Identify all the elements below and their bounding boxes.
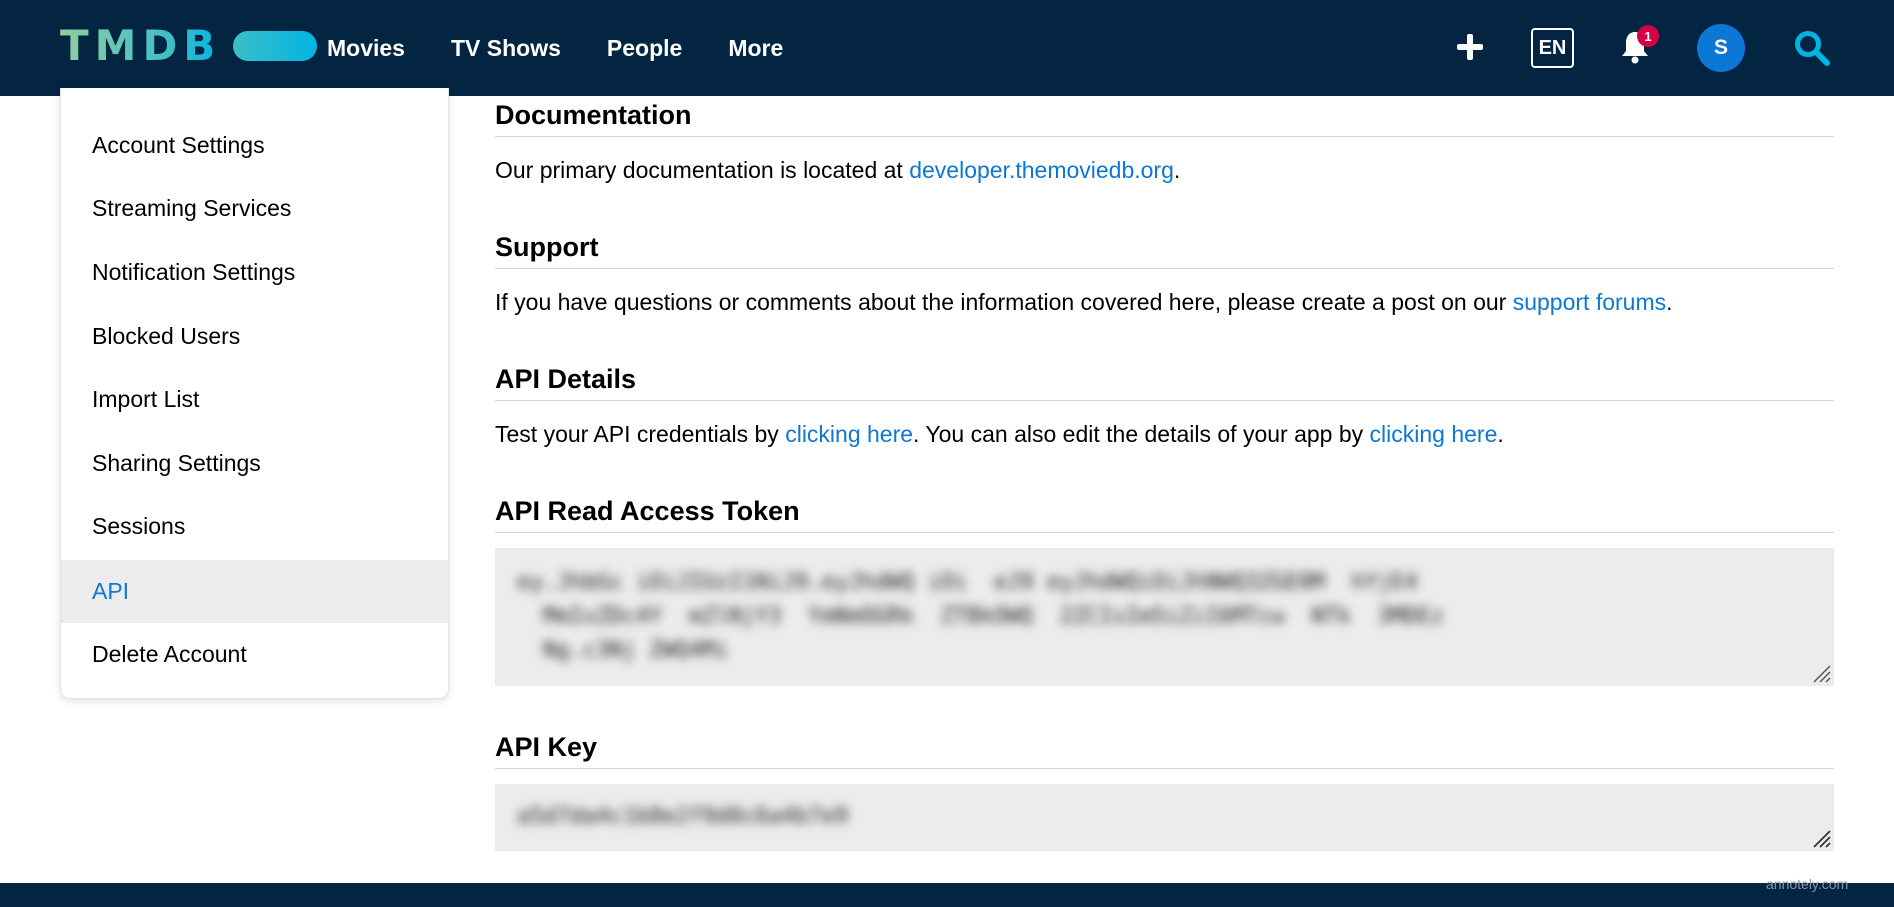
support-forums-link[interactable]: support forums bbox=[1513, 289, 1666, 315]
read-access-token-textarea[interactable]: ey.JhbGc iOiJIUzI1NiJ9.eyJhdWQ iOi eJ9 e… bbox=[495, 548, 1834, 686]
user-avatar[interactable]: S bbox=[1697, 24, 1745, 72]
support-heading: Support bbox=[495, 230, 1834, 269]
documentation-link[interactable]: developer.themoviedb.org bbox=[909, 157, 1174, 183]
notification-count-badge: 1 bbox=[1637, 25, 1659, 47]
settings-sidebar: Account Settings Streaming Services Noti… bbox=[60, 88, 449, 699]
api-details-text-3: . bbox=[1497, 421, 1504, 447]
logo-text: TMDB bbox=[60, 21, 222, 70]
search-icon[interactable] bbox=[1794, 30, 1830, 66]
api-details-text: Test your API credentials by clicking he… bbox=[495, 419, 1504, 449]
api-details-heading: API Details bbox=[495, 362, 1834, 401]
test-credentials-link[interactable]: clicking here bbox=[785, 421, 913, 447]
resize-handle-icon[interactable] bbox=[1810, 662, 1832, 684]
support-text: If you have questions or comments about … bbox=[495, 287, 1673, 317]
language-button[interactable]: EN bbox=[1531, 28, 1574, 68]
read-access-token-line-1: ey.JhbGc iOiJIUzI1NiJ9.eyJhdWQ iOi eJ9 e… bbox=[517, 570, 1418, 595]
nav-tv-shows[interactable]: TV Shows bbox=[451, 30, 561, 66]
read-access-token-heading: API Read Access Token bbox=[495, 494, 1834, 533]
logo-pill-icon bbox=[233, 31, 318, 61]
support-text-after: . bbox=[1666, 289, 1673, 315]
watermark: annotely.com bbox=[1766, 876, 1849, 892]
sidebar-item-account-settings[interactable]: Account Settings bbox=[61, 114, 448, 177]
edit-app-details-link[interactable]: clicking here bbox=[1370, 421, 1498, 447]
api-key-value: a5d7da4c1b8e2f9d0c6a4b7e9 bbox=[517, 804, 849, 829]
api-details-text-1: Test your API credentials by bbox=[495, 421, 786, 447]
documentation-text-before: Our primary documentation is located at bbox=[495, 157, 910, 183]
nav-people[interactable]: People bbox=[607, 30, 682, 66]
tmdb-logo[interactable]: TMDB bbox=[60, 21, 318, 70]
main-nav: Movies TV Shows People More bbox=[327, 30, 783, 66]
support-text-before: If you have questions or comments about … bbox=[495, 289, 1513, 315]
sidebar-item-streaming-services[interactable]: Streaming Services bbox=[61, 177, 448, 240]
sidebar-item-notification-settings[interactable]: Notification Settings bbox=[61, 241, 448, 304]
sidebar-item-api[interactable]: API bbox=[61, 560, 448, 623]
api-details-text-2: . You can also edit the details of your … bbox=[913, 421, 1370, 447]
sidebar-item-delete-account[interactable]: Delete Account bbox=[61, 623, 448, 686]
api-key-textarea[interactable]: a5d7da4c1b8e2f9d0c6a4b7e9 bbox=[495, 784, 1834, 851]
documentation-text-after: . bbox=[1173, 157, 1181, 183]
sidebar-item-sharing-settings[interactable]: Sharing Settings bbox=[61, 432, 448, 495]
nav-movies[interactable]: Movies bbox=[327, 30, 405, 66]
read-access-token-line-3: Ng.c3Nj ZWQ4Mi bbox=[543, 638, 729, 663]
resize-handle-icon[interactable] bbox=[1810, 827, 1832, 849]
sidebar-item-blocked-users[interactable]: Blocked Users bbox=[61, 305, 448, 368]
documentation-heading: Documentation bbox=[495, 98, 1834, 137]
sidebar-item-sessions[interactable]: Sessions bbox=[61, 495, 448, 558]
page-footer bbox=[0, 883, 1894, 907]
documentation-text: Our primary documentation is located at … bbox=[495, 155, 1180, 185]
nav-more[interactable]: More bbox=[728, 30, 783, 66]
add-plus-icon[interactable] bbox=[1457, 34, 1483, 60]
top-navigation-bar: TMDB Movies TV Shows People More EN 1 S bbox=[0, 0, 1894, 96]
read-access-token-line-2: MmIxZDc4Y mZlNjY3 YmNmOGRk ZTBkOWQ 2ZCIs… bbox=[543, 604, 1444, 629]
api-key-heading: API Key bbox=[495, 730, 1834, 769]
sidebar-item-import-list[interactable]: Import List bbox=[61, 368, 448, 431]
